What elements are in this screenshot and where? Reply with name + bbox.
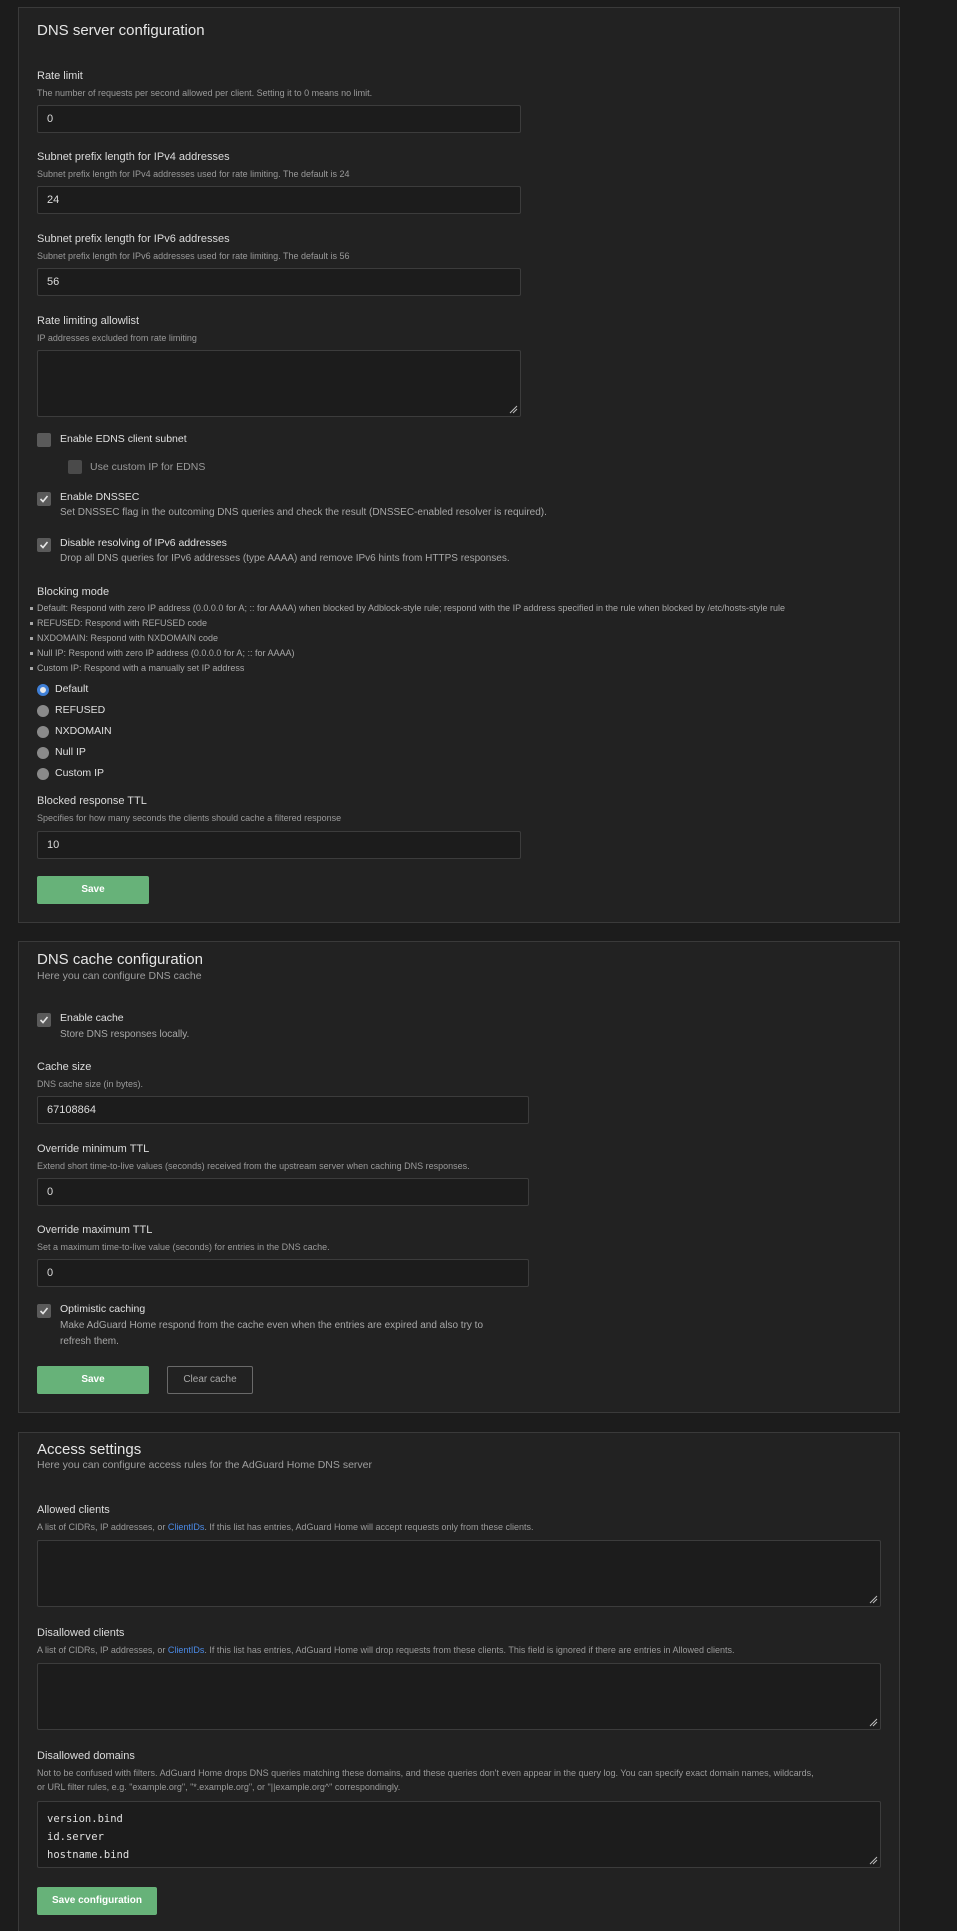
subnet-v6-help: Subnet prefix length for IPv6 addresses …: [37, 251, 350, 261]
save-configuration-button[interactable]: Save configuration: [37, 1887, 157, 1915]
radio-refused[interactable]: [37, 705, 49, 717]
subnet-v4-label: Subnet prefix length for IPv4 addresses: [37, 151, 230, 163]
allowed-clients-label: Allowed clients: [37, 1504, 110, 1516]
cache-size-input[interactable]: 67108864: [37, 1096, 529, 1124]
max-ttl-label: Override maximum TTL: [37, 1224, 153, 1236]
subnet-v6-label: Subnet prefix length for IPv6 addresses: [37, 233, 230, 245]
subnet-v4-help: Subnet prefix length for IPv4 addresses …: [37, 169, 350, 179]
enable-cache-desc: Store DNS responses locally.: [60, 1029, 190, 1040]
domain-line: hostname.bind: [47, 1849, 130, 1861]
radio-null-ip-label: Null IP: [55, 746, 86, 758]
disallowed-domains-textarea[interactable]: version.bind id.server hostname.bind: [37, 1801, 881, 1868]
allowlist-textarea[interactable]: [37, 350, 521, 417]
dnssec-label: Enable DNSSEC: [60, 491, 140, 503]
enable-cache-checkbox[interactable]: [37, 1013, 51, 1027]
cache-size-label: Cache size: [37, 1061, 92, 1073]
subnet-v4-input[interactable]: 24: [37, 186, 521, 214]
bullet-nxdomain: NXDOMAIN: Respond with NXDOMAIN code: [30, 631, 887, 646]
disallowed-clients-label: Disallowed clients: [37, 1627, 125, 1639]
check-icon: [39, 1307, 49, 1315]
dns-server-title: DNS server configuration: [37, 22, 205, 39]
dns-server-card: DNS server configuration Rate limit The …: [18, 7, 900, 923]
access-title: Access settings: [37, 1441, 142, 1458]
disallowed-domains-help-line1: Not to be confused with filters. AdGuard…: [37, 1768, 814, 1778]
radio-custom-ip-label: Custom IP: [55, 767, 105, 779]
allowed-clients-help: A list of CIDRs, IP addresses, or Client…: [37, 1520, 534, 1534]
disallowed-domains-help-line2: or URL filter rules, e.g. "example.org",…: [37, 1782, 401, 1792]
radio-default-label: Default: [55, 683, 89, 695]
optimistic-desc-line2: refresh them.: [60, 1336, 119, 1347]
dns-cache-card: DNS cache configuration Here you can con…: [18, 941, 900, 1413]
domain-line: id.server: [47, 1831, 104, 1843]
optimistic-desc-line1: Make AdGuard Home respond from the cache…: [60, 1320, 484, 1331]
blocking-mode-label: Blocking mode: [37, 586, 110, 598]
radio-default[interactable]: [37, 684, 49, 696]
disallowed-help-post: . If this list has entries, AdGuard Home…: [204, 1645, 735, 1655]
resize-grip-icon[interactable]: [509, 405, 518, 414]
domain-line: version.bind: [47, 1813, 123, 1825]
subnet-v6-input[interactable]: 56: [37, 268, 521, 296]
dns-cache-title: DNS cache configuration: [37, 951, 203, 968]
resize-grip-icon[interactable]: [869, 1595, 878, 1604]
max-ttl-help: Set a maximum time-to-live value (second…: [37, 1242, 330, 1252]
blocking-mode-bullets: Default: Respond with zero IP address (0…: [30, 601, 887, 676]
bullet-refused: REFUSED: Respond with REFUSED code: [30, 616, 887, 631]
disable-ipv6-checkbox[interactable]: [37, 538, 51, 552]
clear-cache-button[interactable]: Clear cache: [167, 1366, 253, 1394]
blocked-ttl-input[interactable]: 10: [37, 831, 521, 859]
rate-limit-label: Rate limit: [37, 70, 83, 82]
bullet-default: Default: Respond with zero IP address (0…: [30, 601, 887, 616]
access-settings-card: Access settings Here you can configure a…: [18, 1432, 900, 1931]
edns-checkbox[interactable]: [37, 433, 51, 447]
disallowed-help-pre: A list of CIDRs, IP addresses, or: [37, 1645, 168, 1655]
dns-cache-subtitle: Here you can configure DNS cache: [37, 970, 202, 982]
allowed-clientids-link[interactable]: ClientIDs: [168, 1522, 205, 1532]
disallowed-clients-help: A list of CIDRs, IP addresses, or Client…: [37, 1643, 734, 1657]
bullet-null-ip: Null IP: Respond with zero IP address (0…: [30, 646, 887, 661]
dnssec-checkbox[interactable]: [37, 492, 51, 506]
allowlist-label: Rate limiting allowlist: [37, 315, 140, 327]
edns-label: Enable EDNS client subnet: [60, 433, 187, 445]
min-ttl-help: Extend short time-to-live values (second…: [37, 1161, 470, 1171]
check-icon: [39, 1016, 49, 1024]
custom-ip-edns-checkbox[interactable]: [68, 460, 82, 474]
disable-ipv6-desc: Drop all DNS queries for IPv6 addresses …: [60, 553, 510, 564]
rate-limit-input[interactable]: 0: [37, 105, 521, 133]
rate-limit-help: The number of requests per second allowe…: [37, 88, 373, 98]
disable-ipv6-label: Disable resolving of IPv6 addresses: [60, 537, 227, 549]
check-icon: [39, 541, 49, 549]
resize-grip-icon[interactable]: [869, 1856, 878, 1865]
min-ttl-label: Override minimum TTL: [37, 1143, 150, 1155]
dnssec-desc: Set DNSSEC flag in the outcoming DNS que…: [60, 507, 547, 518]
allowlist-help: IP addresses excluded from rate limiting: [37, 333, 197, 343]
allowed-clients-textarea[interactable]: [37, 1540, 881, 1607]
allowed-help-post: . If this list has entries, AdGuard Home…: [204, 1522, 534, 1532]
blocked-ttl-label: Blocked response TTL: [37, 795, 147, 807]
min-ttl-input[interactable]: 0: [37, 1178, 529, 1206]
radio-nxdomain[interactable]: [37, 726, 49, 738]
disallowed-clientids-link[interactable]: ClientIDs: [168, 1645, 205, 1655]
check-icon: [39, 495, 49, 503]
optimistic-checkbox[interactable]: [37, 1304, 51, 1318]
disallowed-clients-textarea[interactable]: [37, 1663, 881, 1730]
radio-null-ip[interactable]: [37, 747, 49, 759]
disallowed-domains-label: Disallowed domains: [37, 1750, 135, 1762]
radio-refused-label: REFUSED: [55, 704, 106, 716]
max-ttl-input[interactable]: 0: [37, 1259, 529, 1287]
bullet-custom-ip: Custom IP: Respond with a manually set I…: [30, 661, 887, 676]
radio-nxdomain-label: NXDOMAIN: [55, 725, 112, 737]
radio-custom-ip[interactable]: [37, 768, 49, 780]
dns-cache-save-button[interactable]: Save: [37, 1366, 149, 1394]
resize-grip-icon[interactable]: [869, 1718, 878, 1727]
enable-cache-label: Enable cache: [60, 1012, 124, 1024]
allowed-help-pre: A list of CIDRs, IP addresses, or: [37, 1522, 168, 1532]
cache-size-help: DNS cache size (in bytes).: [37, 1079, 144, 1089]
dns-server-save-button[interactable]: Save: [37, 876, 149, 904]
access-subtitle: Here you can configure access rules for …: [37, 1459, 372, 1471]
custom-ip-edns-label: Use custom IP for EDNS: [90, 461, 206, 473]
optimistic-label: Optimistic caching: [60, 1303, 146, 1315]
blocked-ttl-help: Specifies for how many seconds the clien…: [37, 813, 342, 823]
